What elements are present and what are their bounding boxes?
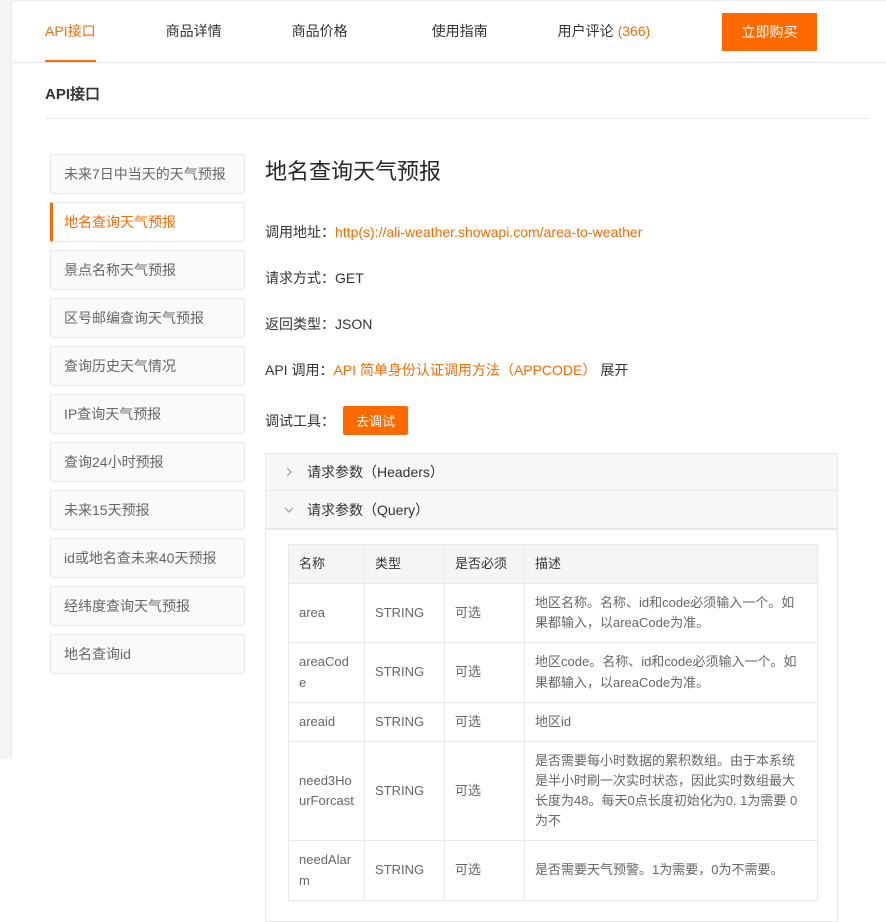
sidebar-item-15day[interactable]: 未来15天预报: [50, 490, 245, 530]
param-required: 可选: [445, 584, 525, 643]
tab-user-reviews-label: 用户评论: [558, 21, 614, 41]
request-method-label: 请求方式：: [265, 268, 335, 288]
param-type: STRING: [365, 643, 445, 702]
param-name: needAlarm: [289, 841, 365, 900]
tab-usage-guide[interactable]: 使用指南: [432, 1, 488, 62]
params-accordion: 请求参数（Headers） 请求参数（Query） 名称 类型: [265, 453, 838, 922]
accordion-headers-params[interactable]: 请求参数（Headers）: [265, 453, 838, 491]
param-type: STRING: [365, 702, 445, 741]
param-type: STRING: [365, 741, 445, 841]
table-row: areaid STRING 可选 地区id: [289, 702, 818, 741]
page-title: 地名查询天气预报: [265, 154, 838, 186]
table-row: area STRING 可选 地区名称。名称、id和code必须输入一个。如果都…: [289, 584, 818, 643]
param-required: 可选: [445, 741, 525, 841]
tab-product-price[interactable]: 商品价格: [292, 1, 348, 62]
buy-now-button[interactable]: 立即购买: [722, 13, 817, 51]
page-left-gutter: [0, 0, 12, 759]
table-row: need3HourForcast STRING 可选 是否需要每小时数据的累积数…: [289, 741, 818, 841]
sidebar-item-history-weather[interactable]: 查询历史天气情况: [50, 346, 245, 386]
sidebar-item-code-zip-weather[interactable]: 区号邮编查询天气预报: [50, 298, 245, 338]
api-call-label: API 调用：: [265, 360, 333, 380]
param-required: 可选: [445, 702, 525, 741]
tab-api[interactable]: API接口: [45, 1, 96, 62]
query-params-body: 名称 类型 是否必须 描述 area STRING 可选 地区名: [265, 529, 838, 922]
col-header-description: 描述: [525, 545, 818, 584]
param-type: STRING: [365, 841, 445, 900]
col-header-required: 是否必须: [445, 545, 525, 584]
call-address-label: 调用地址：: [265, 222, 335, 242]
tab-user-reviews[interactable]: 用户评论 (366): [558, 1, 651, 62]
table-header-row: 名称 类型 是否必须 描述: [289, 545, 818, 584]
meta-call-address: 调用地址： http(s)://ali-weather.showapi.com/…: [265, 222, 838, 242]
content-row: 未来7日中当天的天气预报 地名查询天气预报 景点名称天气预报 区号邮编查询天气预…: [13, 119, 886, 922]
meta-api-call: API 调用： API 简单身份认证调用方法（APPCODE） 展开: [265, 360, 838, 380]
sidebar-item-area-weather[interactable]: 地名查询天气预报: [50, 202, 245, 242]
sidebar-item-40day[interactable]: id或地名查未来40天预报: [50, 538, 245, 578]
sidebar-item-7day-today[interactable]: 未来7日中当天的天气预报: [50, 154, 245, 194]
return-type-value: JSON: [335, 316, 372, 332]
param-name: area: [289, 584, 365, 643]
param-name: areaid: [289, 702, 365, 741]
param-required: 可选: [445, 841, 525, 900]
param-description: 是否需要每小时数据的累积数组。由于本系统是半小时刷一次实时状态，因此实时数组最大…: [525, 741, 818, 841]
accordion-query-title: 请求参数（Query）: [307, 500, 429, 520]
sidebar-item-area-id[interactable]: 地名查询id: [50, 634, 245, 674]
param-description: 是否需要天气预警。1为需要，0为不需要。: [525, 841, 818, 900]
return-type-label: 返回类型：: [265, 314, 335, 334]
param-required: 可选: [445, 643, 525, 702]
sidebar-item-latlng-weather[interactable]: 经纬度查询天气预报: [50, 586, 245, 626]
query-params-table: 名称 类型 是否必须 描述 area STRING 可选 地区名: [288, 544, 818, 901]
top-nav: API接口 商品详情 商品价格 使用指南 用户评论 (366) 立即购买: [13, 1, 886, 63]
table-row: areaCode STRING 可选 地区code。名称、id和code必须输入…: [289, 643, 818, 702]
chevron-down-icon: [284, 505, 294, 515]
api-detail-panel: 地名查询天气预报 调用地址： http(s)://ali-weather.sho…: [265, 154, 838, 922]
request-method-value: GET: [335, 270, 364, 286]
param-type: STRING: [365, 584, 445, 643]
accordion-headers-title: 请求参数（Headers）: [307, 462, 444, 482]
param-description: 地区id: [525, 702, 818, 741]
meta-request-method: 请求方式： GET: [265, 268, 838, 288]
param-description: 地区code。名称、id和code必须输入一个。如果都输入，以areaCode为…: [525, 643, 818, 702]
content-card: API接口 商品详情 商品价格 使用指南 用户评论 (366) 立即购买 API…: [13, 0, 886, 759]
param-description: 地区名称。名称、id和code必须输入一个。如果都输入，以areaCode为准。: [525, 584, 818, 643]
api-call-method-link[interactable]: API 简单身份认证调用方法（APPCODE）: [333, 360, 596, 380]
meta-return-type: 返回类型： JSON: [265, 314, 838, 334]
param-name: need3HourForcast: [289, 741, 365, 841]
section-title: API接口: [45, 83, 870, 104]
col-header-name: 名称: [289, 545, 365, 584]
accordion-query-params[interactable]: 请求参数（Query）: [265, 491, 838, 529]
go-debug-button[interactable]: 去调试: [343, 406, 408, 435]
param-name: areaCode: [289, 643, 365, 702]
sidebar-item-ip-weather[interactable]: IP查询天气预报: [50, 394, 245, 434]
col-header-type: 类型: [365, 545, 445, 584]
table-row: needAlarm STRING 可选 是否需要天气预警。1为需要，0为不需要。: [289, 841, 818, 900]
sidebar-item-scenic-weather[interactable]: 景点名称天气预报: [50, 250, 245, 290]
tab-product-detail[interactable]: 商品详情: [166, 1, 222, 62]
debug-tool-label: 调试工具：: [265, 411, 335, 431]
chevron-right-icon: [284, 467, 294, 477]
api-sidebar: 未来7日中当天的天气预报 地名查询天气预报 景点名称天气预报 区号邮编查询天气预…: [50, 154, 245, 922]
section-heading-wrap: API接口: [45, 63, 870, 119]
call-address-link[interactable]: http(s)://ali-weather.showapi.com/area-t…: [335, 224, 642, 240]
meta-debug-tool: 调试工具： 去调试: [265, 406, 838, 435]
review-count-badge: (366): [618, 23, 651, 39]
sidebar-item-24hour[interactable]: 查询24小时预报: [50, 442, 245, 482]
expand-toggle[interactable]: 展开: [600, 360, 628, 380]
